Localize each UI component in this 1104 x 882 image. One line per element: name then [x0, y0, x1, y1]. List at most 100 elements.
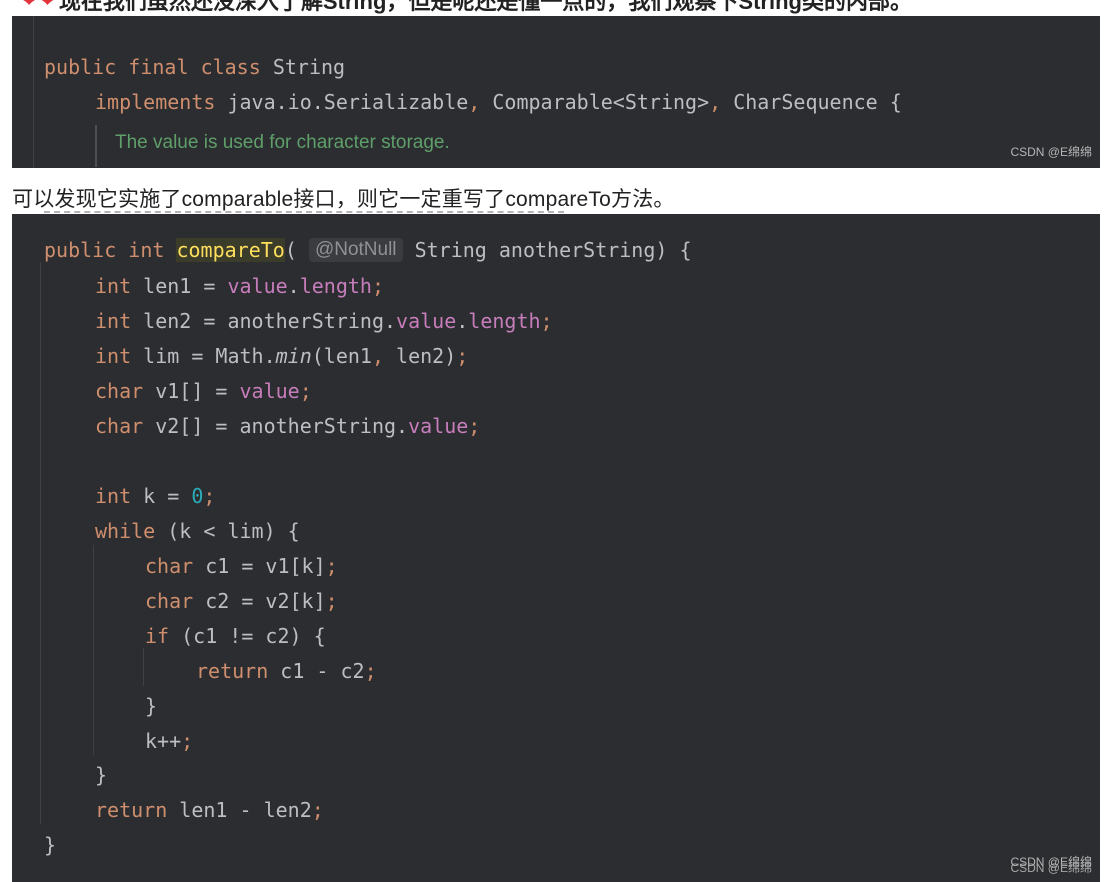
- code-line-class-decl: public final class String: [44, 55, 345, 79]
- code-token: if: [145, 624, 170, 648]
- code-line: int len1 = value.length;: [95, 274, 384, 298]
- code-token: ;: [325, 554, 338, 578]
- indent-guide: [40, 262, 41, 824]
- heart-icon: ❤❤: [20, 0, 57, 11]
- code-token: c1 = v1[k]: [193, 554, 326, 578]
- code-line: k++;: [145, 729, 193, 753]
- code-line: }: [44, 833, 56, 857]
- code-token: len2 = anotherString.: [131, 309, 397, 333]
- indent-guide: [143, 648, 144, 686]
- code-line: int k = 0;: [95, 484, 215, 508]
- code-token: String anotherString) {: [402, 238, 692, 262]
- code-token: int: [95, 309, 132, 333]
- code-token: Comparable<String>: [480, 90, 710, 114]
- code-token: c1 - c2: [268, 659, 365, 683]
- code-token: length: [299, 274, 372, 298]
- code-token: ;: [364, 659, 377, 683]
- notnull-inlay-hint: @NotNull: [308, 238, 403, 262]
- code-token: ;: [371, 274, 385, 298]
- code-token: length: [468, 309, 541, 333]
- code-line: return c1 - c2;: [196, 659, 377, 683]
- code-token: }: [44, 833, 57, 857]
- code-token: java.io.Serializable: [215, 90, 469, 114]
- code-token: ,: [468, 90, 481, 114]
- code-line: int len2 = anotherString.value.length;: [95, 309, 553, 333]
- code-token: while: [95, 519, 156, 543]
- keyword-public: public: [44, 55, 117, 79]
- heading-text: 现在我们虽然还没深入了解String，但是呢还是懂一点的，我们观察下String…: [58, 0, 912, 14]
- code-token: ;: [540, 309, 553, 333]
- code-line: return len1 - len2;: [95, 798, 324, 822]
- doc-comment-bar: [95, 125, 97, 167]
- code-line: int lim = Math.min(len1, len2);: [95, 344, 468, 368]
- code-token: char: [95, 379, 144, 403]
- code-token: value: [227, 274, 288, 298]
- code-token: int: [95, 274, 132, 298]
- code-token: ;: [456, 344, 469, 368]
- code-line: if (c1 != c2) {: [145, 624, 326, 648]
- code-token: ;: [299, 379, 312, 403]
- code-token: return: [95, 798, 168, 822]
- code-token: ;: [181, 729, 194, 753]
- code-token: .: [456, 309, 469, 333]
- code-token: return: [196, 659, 269, 683]
- code-token: 0: [191, 484, 204, 508]
- code-token: k =: [131, 484, 192, 508]
- code-token: char: [145, 554, 194, 578]
- code-line: char v2[] = anotherString.value;: [95, 414, 480, 438]
- clipped-code-line: [44, 211, 564, 218]
- method-name-compareto: compareTo: [176, 238, 285, 262]
- keyword-class: class: [200, 55, 261, 79]
- code-line: char v1[] = value;: [95, 379, 312, 403]
- doc-comment: The value is used for character storage.: [115, 132, 450, 153]
- code-token: char: [145, 589, 194, 613]
- code-token: value: [239, 379, 300, 403]
- code-line-implements: implements java.io.Serializable, Compara…: [95, 90, 902, 114]
- class-name: String: [272, 55, 346, 79]
- code-line-signature: public int compareTo( @NotNull String an…: [44, 238, 692, 262]
- code-token: (len1: [311, 344, 372, 368]
- code-token: ;: [468, 414, 481, 438]
- code-token: len1 - len2: [167, 798, 312, 822]
- code-token: ;: [203, 484, 216, 508]
- code-token: (k < lim) {: [155, 519, 300, 543]
- code-token: ;: [311, 798, 324, 822]
- code-token: int: [128, 238, 165, 262]
- code-line: char c2 = v2[k];: [145, 589, 338, 613]
- code-token: ,: [371, 344, 385, 368]
- code-token: value: [396, 309, 457, 333]
- code-token: CharSequence {: [721, 90, 902, 114]
- code-line: }: [145, 694, 157, 718]
- code-token: k++: [145, 729, 182, 753]
- code-token: len1 =: [131, 274, 228, 298]
- code-token: int: [95, 484, 132, 508]
- code-token: }: [145, 694, 158, 718]
- code-line: while (k < lim) {: [95, 519, 300, 543]
- code-token: (: [284, 238, 297, 262]
- watermark: CSDN @E绵绵: [1010, 861, 1092, 875]
- code-token: (c1 != c2) {: [169, 624, 326, 648]
- code-line: char c1 = v1[k];: [145, 554, 338, 578]
- code-token: public: [44, 238, 117, 262]
- code-token: .: [287, 274, 300, 298]
- code-token: ;: [325, 589, 338, 613]
- code-token: ,: [709, 90, 722, 114]
- code-token: v2[] = anotherString.: [143, 414, 409, 438]
- indent-guide: [93, 545, 94, 755]
- code-token: int: [95, 344, 132, 368]
- code-line: }: [95, 763, 107, 787]
- code-token: lim = Math.: [131, 344, 276, 368]
- code-token: min: [275, 344, 312, 368]
- keyword-implements: implements: [95, 90, 216, 114]
- keyword-final: final: [128, 55, 189, 79]
- code-token: char: [95, 414, 144, 438]
- watermark: CSDN @E绵绵: [1010, 145, 1092, 159]
- code-token: c2 = v2[k]: [193, 589, 326, 613]
- code-token: len2): [384, 344, 457, 368]
- article-paragraph: 可以发现它实施了comparable接口，则它一定重写了compareTo方法。: [12, 188, 675, 211]
- code-token: }: [95, 763, 108, 787]
- code-token: v1[] =: [143, 379, 240, 403]
- indent-guide: [33, 16, 34, 168]
- code-token: value: [408, 414, 469, 438]
- article-heading: ❤❤ 现在我们虽然还没深入了解String，但是呢还是懂一点的，我们观察下Str…: [20, 0, 912, 14]
